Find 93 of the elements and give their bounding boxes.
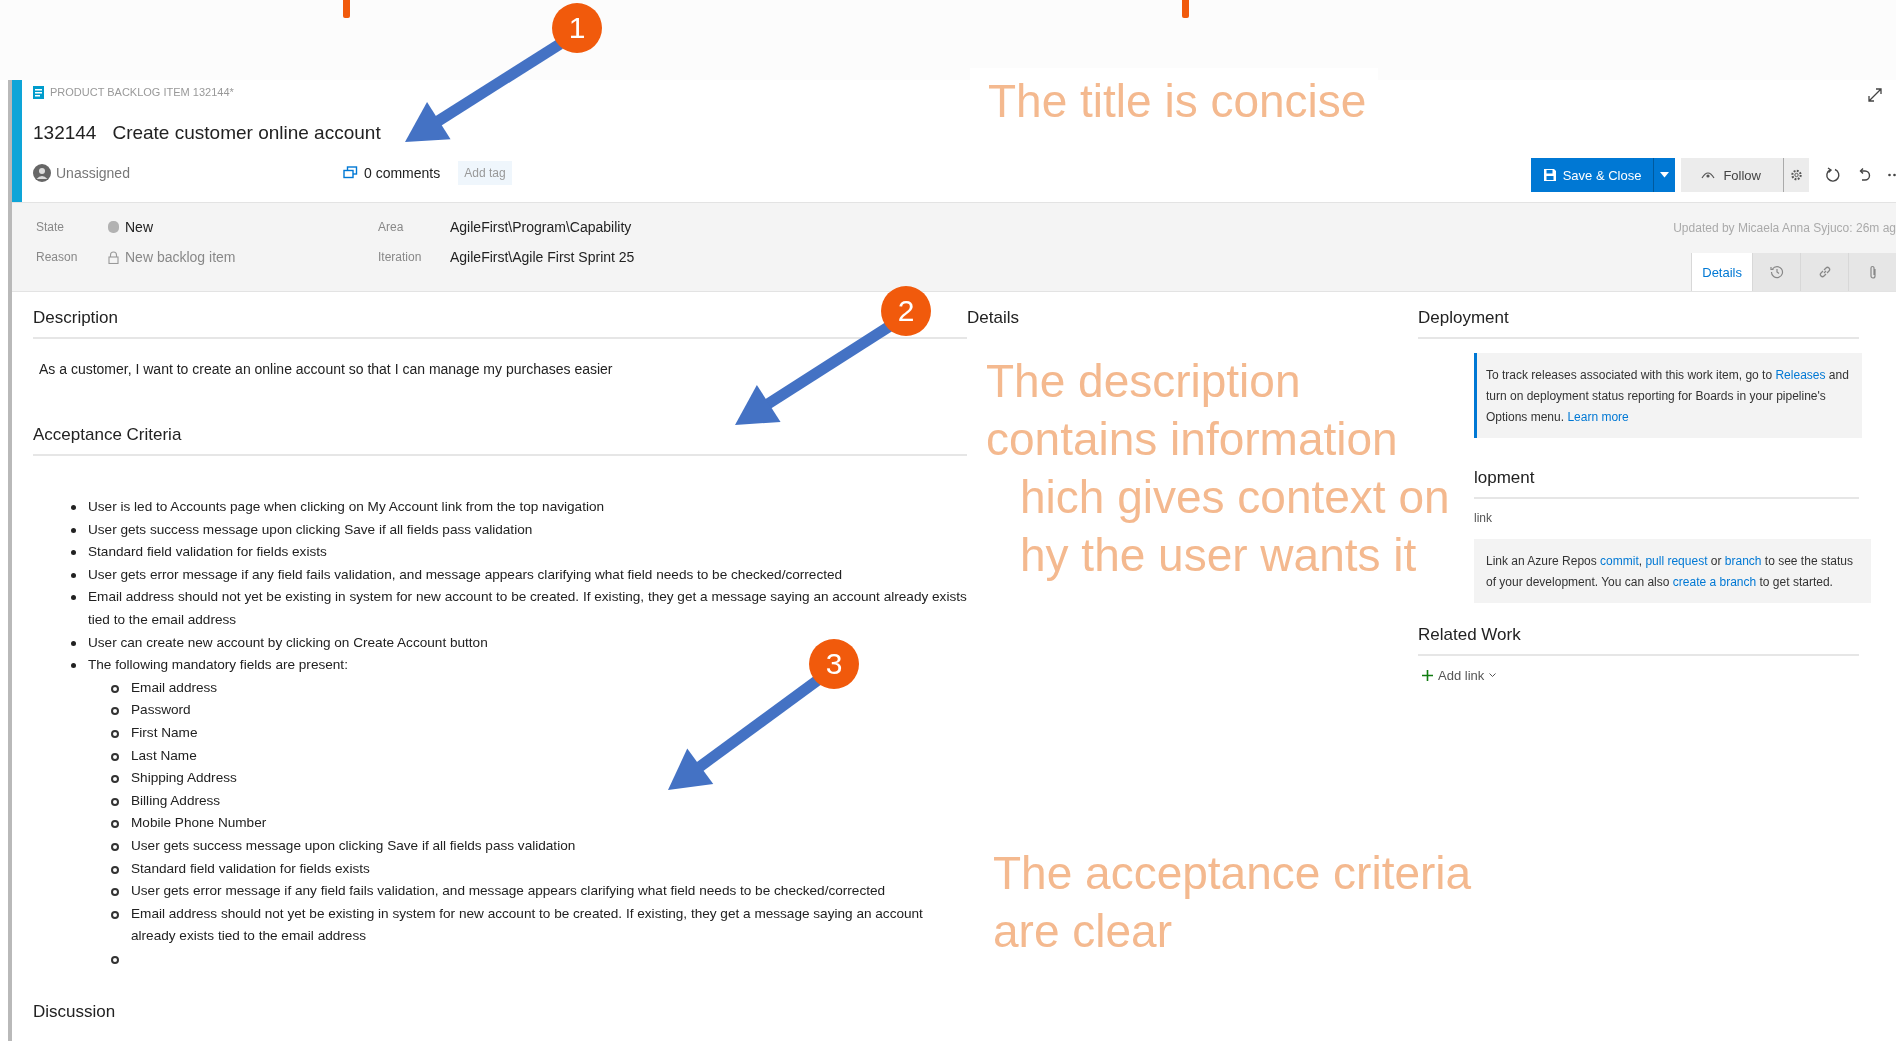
save-close-button[interactable]: Save & Close xyxy=(1530,158,1654,192)
bullet-icon xyxy=(111,888,119,897)
document-icon xyxy=(33,85,44,99)
criteria-item: Standard field validation for fields exists xyxy=(131,859,370,878)
field-label: Area xyxy=(378,220,405,234)
add-tag-button[interactable]: Add tag xyxy=(458,161,512,185)
link[interactable]: create a branch xyxy=(1672,575,1757,589)
bullet-icon xyxy=(111,865,119,874)
save-icon xyxy=(1542,168,1557,182)
section-heading: Deployment xyxy=(1418,308,1859,339)
bullet-icon xyxy=(71,663,76,669)
save-options-button[interactable] xyxy=(1653,158,1676,192)
chevron-icon xyxy=(1489,673,1497,678)
caret-icon xyxy=(1660,172,1670,178)
description-text: As a customer, I want to create an online account so that I can manage my purchases easier xyxy=(39,361,613,379)
field-label: Iteration xyxy=(378,250,423,264)
criteria-item: Shipping Address xyxy=(131,769,237,788)
section-heading: Related Work xyxy=(1418,625,1859,656)
step-number: 2 xyxy=(881,286,931,336)
bullet-icon xyxy=(111,775,119,784)
criteria-item: Password xyxy=(131,701,191,720)
criteria-item: First Name xyxy=(131,723,198,742)
eye-icon xyxy=(1701,170,1716,180)
criteria-item: Email address xyxy=(131,678,218,697)
undo-icon[interactable] xyxy=(1857,167,1872,183)
bullet-icon xyxy=(71,527,76,533)
comment-icon xyxy=(343,166,358,180)
criteria-item: The following mandatory fields are present: xyxy=(88,656,348,675)
criteria-item: User gets success message upon clicking Save if all fields pass validation xyxy=(131,836,576,855)
assignee-picker[interactable]: Unassigned xyxy=(33,164,343,182)
more-icon[interactable] xyxy=(1888,173,1896,177)
criteria-item: Last Name xyxy=(131,746,197,765)
criteria-item: User gets success message upon clicking Save if all fields pass validation xyxy=(88,520,533,539)
bullet-icon xyxy=(111,842,119,851)
criteria-item: User gets error message if any field fails validation, and message appears clarifying what field needs to be checked/corrected xyxy=(131,882,886,901)
criteria-item: Email address should not yet be existing in system for new account to be created. If existing, they get a message saying an account already exists tied to the email address xyxy=(131,904,924,946)
paperclip-icon xyxy=(1868,264,1877,280)
plus-icon xyxy=(1422,670,1433,681)
bullet-icon xyxy=(111,955,119,964)
field-label: State xyxy=(36,220,66,234)
details-tab[interactable]: Details xyxy=(1691,253,1752,291)
field-label: Reason xyxy=(36,250,79,264)
criteria-item: Email address should not yet be existing in system for new account to be created. If existing, they get a message saying an account already exists tied to the email address xyxy=(88,588,967,629)
comments-link[interactable]: 0 comments xyxy=(343,165,441,181)
bullet-icon xyxy=(111,752,119,761)
work-item-id: 132144 xyxy=(33,122,97,144)
bullet-icon xyxy=(111,684,119,693)
section-heading: lopment xyxy=(1474,468,1859,499)
title-field[interactable]: Create customer online account xyxy=(110,120,383,146)
field-value[interactable]: New backlog item xyxy=(108,249,236,265)
settings-button[interactable] xyxy=(1783,158,1809,192)
section-heading: Acceptance Criteria xyxy=(33,425,967,456)
bullet-icon xyxy=(111,729,119,738)
link[interactable]: commit xyxy=(1600,554,1639,568)
info-text: To track releases associated with this work item, go to Releases and turn on deployment status reporting for Boards in your pipeline's Options menu. Learn more xyxy=(1486,367,1850,426)
updated-info: Updated by Micaela Anna Syjuco: 26m ag xyxy=(1673,221,1896,235)
link[interactable]: Releases xyxy=(1775,368,1826,382)
criteria-item: User can create new account by clicking on Create Account button xyxy=(88,633,488,652)
link-icon xyxy=(1817,265,1832,279)
add-link-button[interactable]: Add link xyxy=(1418,656,1501,695)
bullet-icon xyxy=(111,797,119,806)
field-value[interactable]: AgileFirst\Agile First Sprint 25 xyxy=(450,249,635,265)
criteria-item: User gets error message if any field fails validation, and message appears clarifying what field needs to be checked/corrected xyxy=(88,565,843,584)
bullet-icon xyxy=(111,910,119,919)
criteria-item: Mobile Phone Number xyxy=(131,814,267,833)
bullet-icon xyxy=(71,572,76,578)
person-icon xyxy=(33,164,51,182)
field-value[interactable]: AgileFirst\Program\Capability xyxy=(450,219,632,235)
bullet-icon xyxy=(71,595,76,601)
step-number: 3 xyxy=(809,639,859,689)
follow-button[interactable]: Follow xyxy=(1681,158,1783,192)
link[interactable]: branch xyxy=(1724,554,1762,568)
settings-icon xyxy=(1790,168,1803,182)
work-item-type: PRODUCT BACKLOG ITEM 132144* xyxy=(50,86,234,98)
expand-icon[interactable] xyxy=(1868,88,1882,102)
link[interactable]: Learn more xyxy=(1567,410,1629,424)
bullet-icon xyxy=(71,505,76,510)
bullet-icon xyxy=(71,550,76,556)
criteria-item: Billing Address xyxy=(131,791,221,810)
refresh-icon[interactable] xyxy=(1825,167,1841,183)
bullet-icon xyxy=(111,820,119,829)
criteria-item: User is led to Accounts page when clicking on My Account link from the top navigation xyxy=(88,498,605,516)
link[interactable]: pull request xyxy=(1645,554,1708,568)
section-heading: Details xyxy=(967,308,1020,329)
info-text: Link an Azure Repos commit, pull request or branch to see the status of your development. You can also create a branch to get started. xyxy=(1486,553,1854,591)
bullet-icon xyxy=(71,640,76,646)
criteria-item: Standard field validation for fields exists xyxy=(88,543,327,562)
add-link-button[interactable]: link xyxy=(1474,511,1492,525)
lock-icon xyxy=(108,250,119,264)
bullet-icon xyxy=(111,707,119,716)
field-value[interactable]: New xyxy=(108,219,153,235)
history-icon xyxy=(1769,265,1784,279)
section-heading: Discussion xyxy=(33,1001,117,1023)
